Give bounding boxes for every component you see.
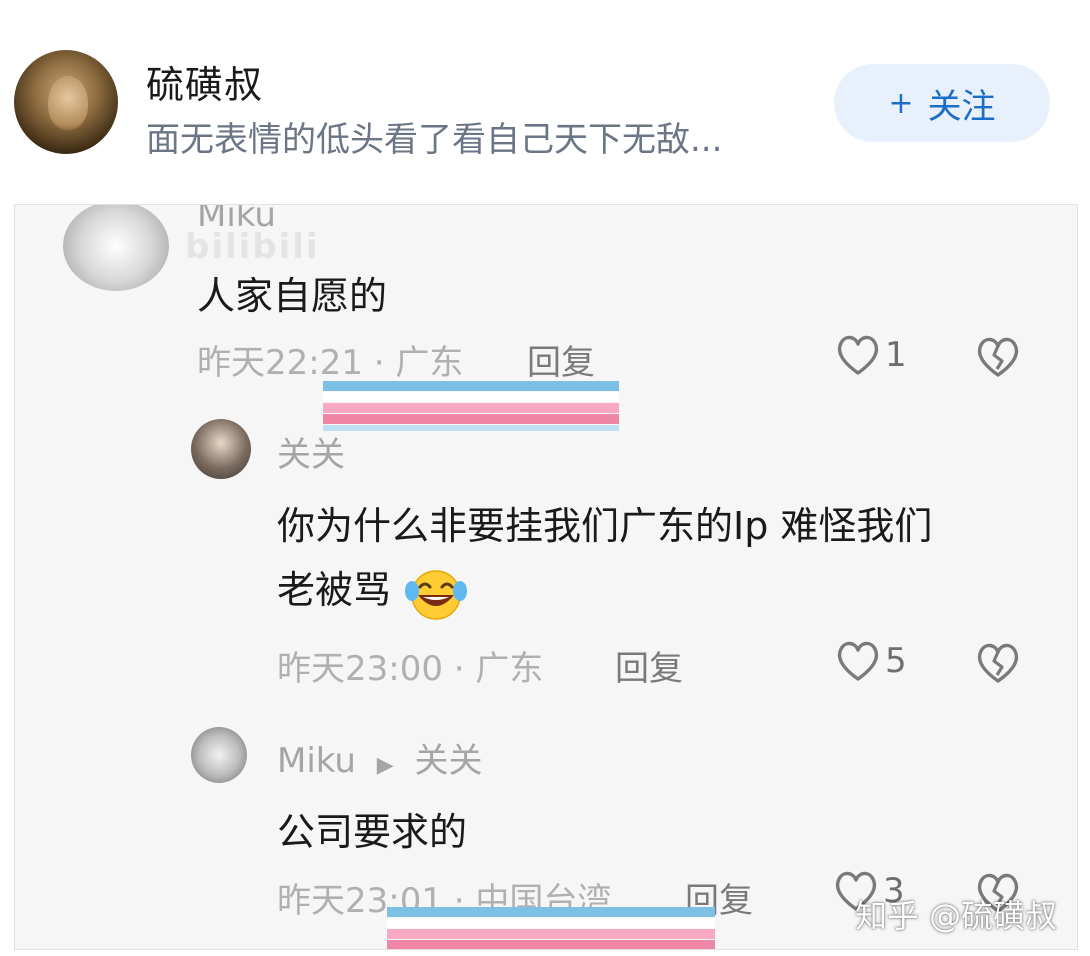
broken-heart-icon xyxy=(977,643,1019,683)
censor-stripe-pink xyxy=(323,403,619,413)
dislike-button[interactable] xyxy=(975,641,1021,689)
censor-stripe-blue xyxy=(323,425,619,431)
author-avatar[interactable] xyxy=(14,50,118,154)
follow-label: 关注 xyxy=(927,86,996,127)
censor-stripe-white xyxy=(387,918,715,928)
comment-text: 人家自愿的 xyxy=(197,274,388,318)
comment-screenshot: bilibili Miku 人家自愿的 昨天22:21 · 广东 回复 1 关关… xyxy=(14,204,1078,950)
heart-icon xyxy=(837,335,879,375)
commenter-avatar xyxy=(191,727,247,783)
comment-text-line-2: 老被骂 xyxy=(277,559,469,621)
like-button[interactable]: 5 xyxy=(835,639,907,683)
censor-stripe-blue xyxy=(387,907,715,917)
comment-text-line: 你为什么非要挂我们广东的Ip 难怪我们 xyxy=(277,504,933,548)
censor-stripe-pink xyxy=(323,414,619,424)
like-button[interactable]: 1 xyxy=(835,333,907,377)
comment-text-fragment: 老被骂 xyxy=(277,568,392,612)
comment-username-line: Miku ▶ 关关 xyxy=(277,733,483,782)
commenter-avatar xyxy=(63,205,169,291)
heart-icon xyxy=(837,641,879,681)
comment-time-location: 昨天22:21 · 广东 xyxy=(197,343,464,383)
reply-button[interactable]: 回复 xyxy=(527,335,595,384)
author-bio: 面无表情的低头看了看自己天下无敌... xyxy=(146,120,723,160)
commenter-avatar xyxy=(191,419,251,479)
reply-button[interactable]: 回复 xyxy=(615,641,683,690)
comment-username: Miku xyxy=(197,204,276,235)
avatar-face xyxy=(48,76,88,130)
censor-stripe-pink xyxy=(387,940,715,949)
comment-username: 关关 xyxy=(277,435,345,475)
broken-heart-icon xyxy=(977,337,1019,377)
censor-stripe-blue xyxy=(323,381,619,391)
reply-to-username: 关关 xyxy=(414,741,483,781)
post-header: 硫磺叔 面无表情的低头看了看自己天下无敌... + 关注 xyxy=(0,0,1090,200)
comment-username: Miku xyxy=(277,741,356,781)
dislike-button[interactable] xyxy=(975,335,1021,383)
author-name[interactable]: 硫磺叔 xyxy=(146,54,263,109)
comment-time-location: 昨天23:00 · 广东 xyxy=(277,649,544,689)
like-count: 5 xyxy=(885,641,907,681)
zhihu-watermark: 知乎 @硫磺叔 xyxy=(855,897,1058,935)
censor-stripe-white xyxy=(323,392,619,402)
follow-button[interactable]: + 关注 xyxy=(834,64,1050,142)
play-arrow-icon: ▶ xyxy=(376,753,394,778)
like-count: 1 xyxy=(885,335,907,375)
plus-icon: + xyxy=(888,85,914,121)
censor-stripe-pink xyxy=(387,929,715,939)
comment-text: 公司要求的 xyxy=(277,810,468,854)
laughing-emoji-icon xyxy=(405,569,468,620)
